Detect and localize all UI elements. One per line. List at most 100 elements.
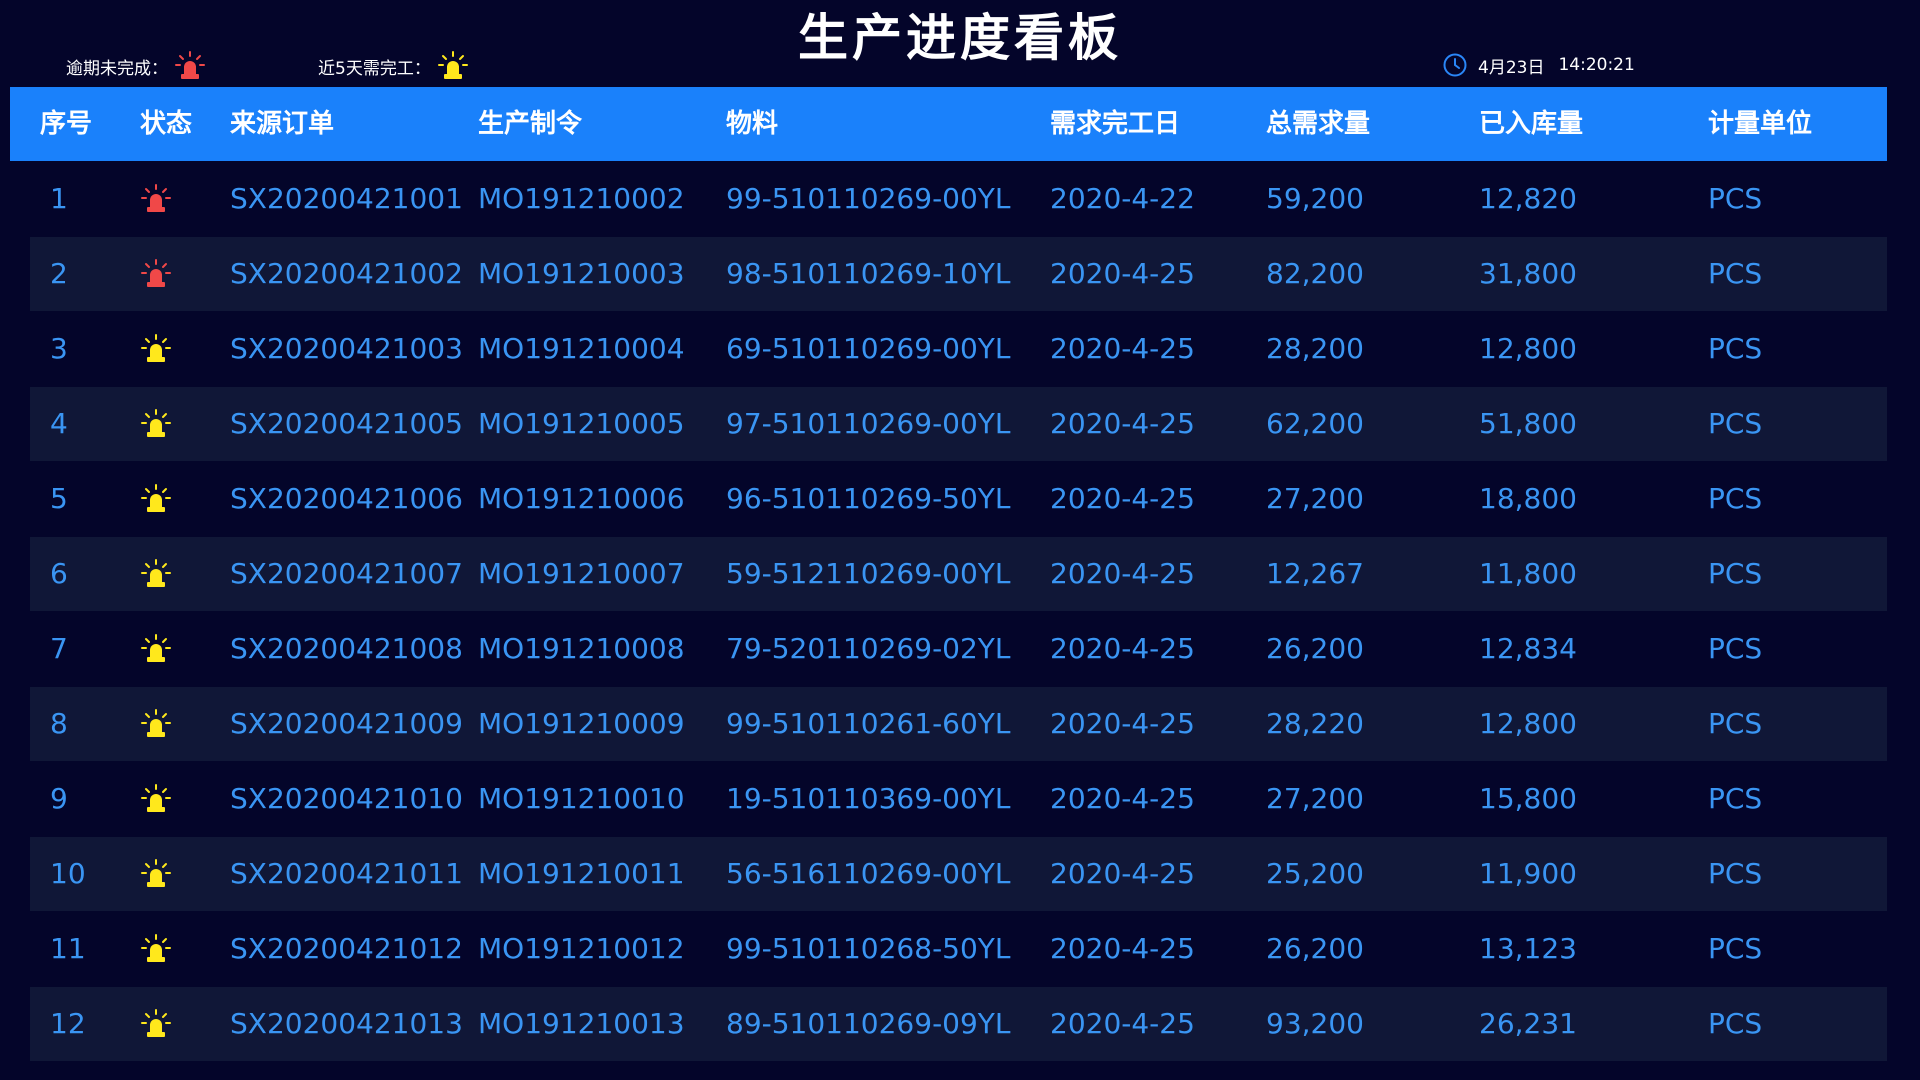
alarm-light-yellow-icon (140, 462, 172, 536)
datetime-display: 4月23日 14:20:21 (1442, 50, 1635, 80)
cell-total: 12,267 (1266, 557, 1364, 590)
cell-order: SX20200421008 (230, 632, 463, 665)
cell-mo: MO191210011 (478, 857, 685, 890)
cell-material: 79-520110269-02YL (726, 632, 1011, 665)
cell-due: 2020-4-25 (1050, 332, 1195, 365)
cell-stocked: 11,900 (1479, 857, 1577, 890)
cell-material: 97-510110269-00YL (726, 407, 1011, 440)
cell-no: 12 (50, 1007, 86, 1040)
cell-due: 2020-4-25 (1050, 782, 1195, 815)
alarm-light-yellow-icon (140, 537, 172, 611)
cell-stocked: 12,800 (1479, 332, 1577, 365)
table-row: 6 SX20200421007 MO191210007 59-512110269-00… (30, 537, 1887, 611)
table-row: 10 SX20200421011 MO191210011 56-516110269-0… (30, 837, 1887, 911)
alarm-light-red-icon (140, 237, 172, 311)
cell-total: 62,200 (1266, 407, 1364, 440)
cell-total: 25,200 (1266, 857, 1364, 890)
alarm-light-yellow-icon (140, 312, 172, 386)
legend-overdue-label: 逾期未完成： (66, 58, 168, 79)
cell-material: 98-510110269-10YL (726, 257, 1011, 290)
cell-unit: PCS (1708, 332, 1763, 365)
cell-total: 28,220 (1266, 707, 1364, 740)
table-row: 12 SX20200421013 MO191210013 89-510110269-0… (30, 987, 1887, 1061)
cell-unit: PCS (1708, 782, 1763, 815)
cell-stocked: 13,123 (1479, 932, 1577, 965)
cell-stocked: 12,800 (1479, 707, 1577, 740)
cell-due: 2020-4-25 (1050, 557, 1195, 590)
cell-no: 3 (50, 332, 68, 365)
cell-no: 2 (50, 257, 68, 290)
alarm-light-yellow-icon (140, 387, 172, 461)
cell-material: 99-510110261-60YL (726, 707, 1011, 740)
cell-material: 99-510110269-00YL (726, 182, 1011, 215)
cell-material: 99-510110268-50YL (726, 932, 1011, 965)
cell-order: SX20200421005 (230, 407, 463, 440)
table-row: 5 SX20200421006 MO191210006 96-510110269-50… (30, 462, 1887, 536)
col-header-total: 总需求量 (1266, 109, 1371, 139)
cell-no: 10 (50, 857, 86, 890)
cell-due: 2020-4-25 (1050, 857, 1195, 890)
cell-total: 28,200 (1266, 332, 1364, 365)
alarm-light-yellow-icon (140, 987, 172, 1061)
col-header-status: 状态 (140, 109, 193, 139)
legend-due-label: 近5天需完工： (318, 58, 431, 79)
cell-no: 7 (50, 632, 68, 665)
table-row: 3 SX20200421003 MO191210004 69-510110269-00… (30, 312, 1887, 386)
alarm-light-yellow-icon (140, 912, 172, 986)
cell-due: 2020-4-25 (1050, 407, 1195, 440)
cell-no: 6 (50, 557, 68, 590)
cell-no: 8 (50, 707, 68, 740)
cell-mo: MO191210008 (478, 632, 685, 665)
cell-material: 19-510110369-00YL (726, 782, 1011, 815)
cell-mo: MO191210009 (478, 707, 685, 740)
cell-stocked: 31,800 (1479, 257, 1577, 290)
cell-due: 2020-4-25 (1050, 257, 1195, 290)
col-header-stocked: 已入库量 (1479, 109, 1584, 139)
cell-order: SX20200421002 (230, 257, 463, 290)
cell-mo: MO191210013 (478, 1007, 685, 1040)
cell-total: 59,200 (1266, 182, 1364, 215)
cell-order: SX20200421007 (230, 557, 463, 590)
dashboard-page: 生产进度看板 逾期未完成： 近5天需完工： 4月23日 14:20:21 序号 … (0, 0, 1920, 1080)
cell-stocked: 51,800 (1479, 407, 1577, 440)
cell-total: 26,200 (1266, 632, 1364, 665)
cell-unit: PCS (1708, 257, 1763, 290)
table-row: 8 SX20200421009 MO191210009 99-510110261-60… (30, 687, 1887, 761)
alarm-light-yellow-icon (140, 687, 172, 761)
cell-unit: PCS (1708, 632, 1763, 665)
alarm-light-yellow-icon (140, 612, 172, 686)
cell-mo: MO191210002 (478, 182, 685, 215)
alarm-light-red-icon (174, 50, 206, 82)
cell-unit: PCS (1708, 1007, 1763, 1040)
cell-unit: PCS (1708, 857, 1763, 890)
table-row: 4 SX20200421005 MO191210005 97-510110269-00… (30, 387, 1887, 461)
cell-mo: MO191210010 (478, 782, 685, 815)
alarm-light-yellow-icon (437, 50, 469, 82)
cell-total: 93,200 (1266, 1007, 1364, 1040)
cell-total: 82,200 (1266, 257, 1364, 290)
cell-order: SX20200421003 (230, 332, 463, 365)
cell-stocked: 18,800 (1479, 482, 1577, 515)
cell-mo: MO191210004 (478, 332, 685, 365)
date-text: 4月23日 (1478, 57, 1545, 78)
legend-overdue: 逾期未完成： (66, 48, 206, 84)
cell-material: 69-510110269-00YL (726, 332, 1011, 365)
cell-unit: PCS (1708, 482, 1763, 515)
cell-stocked: 15,800 (1479, 782, 1577, 815)
cell-mo: MO191210012 (478, 932, 685, 965)
cell-total: 26,200 (1266, 932, 1364, 965)
cell-due: 2020-4-22 (1050, 182, 1195, 215)
col-header-unit: 计量单位 (1708, 109, 1813, 139)
cell-material: 96-510110269-50YL (726, 482, 1011, 515)
cell-order: SX20200421009 (230, 707, 463, 740)
table-header: 序号 状态 来源订单 生产制令 物料 需求完工日 总需求量 已入库量 计量单位 (10, 87, 1887, 161)
cell-stocked: 26,231 (1479, 1007, 1577, 1040)
alarm-light-yellow-icon (140, 837, 172, 911)
cell-due: 2020-4-25 (1050, 932, 1195, 965)
cell-stocked: 12,834 (1479, 632, 1577, 665)
cell-unit: PCS (1708, 932, 1763, 965)
col-header-due: 需求完工日 (1050, 109, 1181, 139)
cell-total: 27,200 (1266, 782, 1364, 815)
col-header-order: 来源订单 (230, 109, 335, 139)
cell-due: 2020-4-25 (1050, 1007, 1195, 1040)
